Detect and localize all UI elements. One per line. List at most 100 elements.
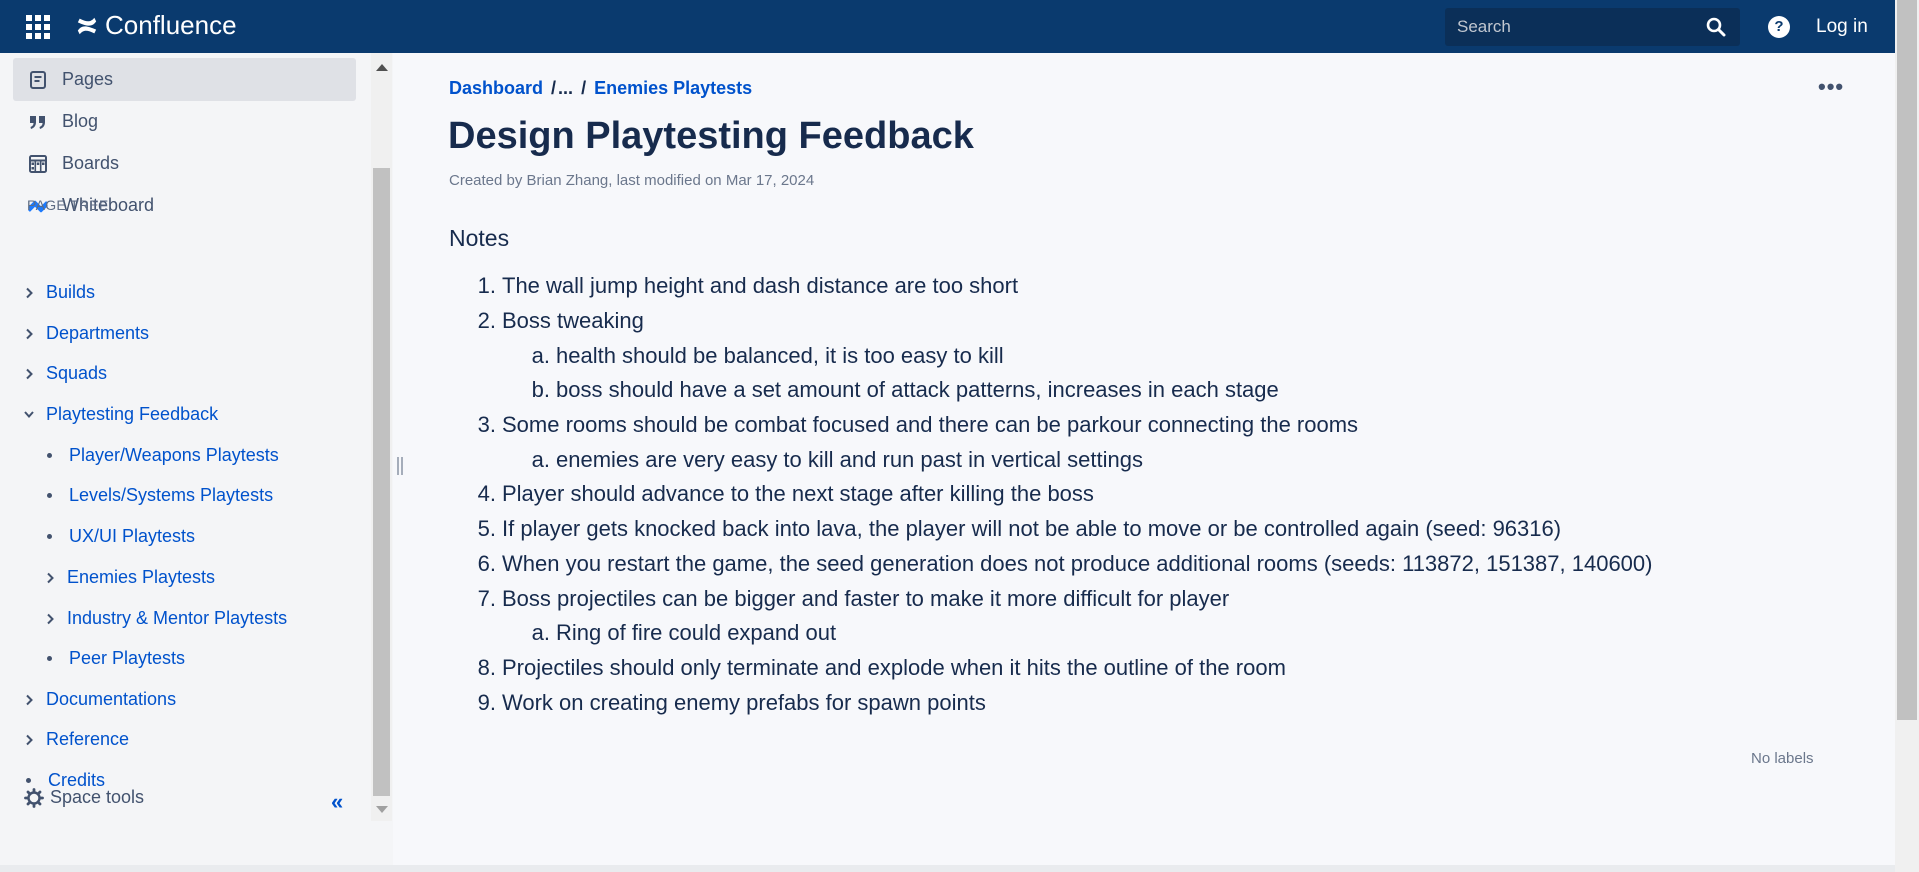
chevron-right-icon[interactable] [45,612,55,626]
sidebar-item-label: Pages [62,69,114,89]
breadcrumb-separator: / [581,78,587,98]
top-navigation-bar: Confluence ? Log in [0,0,1919,53]
search-icon[interactable] [1706,17,1726,37]
list-item-number: 9. [477,690,496,715]
sidebar-item-pages[interactable]: Pages [13,58,356,101]
collapse-sidebar-icon[interactable]: « [331,789,343,815]
sidebar-scrollbar-thumb[interactable] [373,168,390,796]
list-item-text: Boss tweaking [502,308,644,333]
list-item-text: boss should have a set amount of attack … [556,377,1279,402]
confluence-logo-icon [77,17,97,34]
bullet-icon [47,656,52,661]
list-item-number: 3. [477,412,496,437]
page-tree-item-playtesting-feedback[interactable]: Playtesting Feedback [24,404,218,425]
list-item-text: Ring of fire could expand out [556,620,837,645]
breadcrumb-parent-link[interactable]: Enemies Playtests [594,78,752,99]
gear-icon [24,787,44,808]
space-tools-button[interactable]: Space tools [24,787,144,808]
list-item: 2. Boss tweaking [470,308,644,334]
breadcrumb: Dashboard / ... / Enemies Playtests [449,78,752,99]
page-byline: Created by Brian Zhang, last modified on… [449,172,815,189]
sidebar-resize-handle[interactable] [397,457,403,475]
sidebar-item-boards[interactable]: Boards [13,142,356,185]
sidebar-item-blog[interactable]: Blog [13,100,356,143]
page-tree-item-label: Enemies Playtests [67,567,216,587]
list-item-number: 1. [477,273,496,298]
list-item-number: 4. [477,481,496,506]
list-item: 5. If player gets knocked back into lava,… [470,516,1561,542]
list-item: 1. The wall jump height and dash distance… [470,273,1018,299]
notes-heading: Notes [449,225,510,251]
chevron-down-icon[interactable] [24,408,34,422]
list-item-text: Some rooms should be combat focused and … [502,412,1359,437]
chevron-right-icon[interactable] [24,286,34,300]
more-actions-icon[interactable]: ••• [1818,74,1844,100]
login-link[interactable]: Log in [1816,16,1868,38]
app-name: Confluence [105,10,237,40]
list-item: 6. When you restart the game, the seed ge… [470,551,1653,577]
bullet-icon [47,493,52,498]
breadcrumb-dashboard-link[interactable]: Dashboard [449,78,543,99]
page-tree-item-documentations[interactable]: Documentations [24,689,176,710]
page-tree-item-label: Builds [46,282,96,302]
app-switcher-grid-icon[interactable] [26,15,50,39]
list-item-text: When you restart the game, the seed gene… [502,551,1653,576]
no-labels-text: No labels [1751,750,1814,767]
page-tree-item-levels-systems-playtests[interactable]: Levels/Systems Playtests [45,485,273,506]
list-item-text: enemies are very easy to kill and run pa… [556,447,1143,472]
bottom-strip [0,865,1895,872]
list-item-text: health should be balanced, it is too eas… [556,343,1004,368]
page-tree-item-label: UX/UI Playtests [69,526,196,546]
list-item-number: 5. [477,516,496,541]
confluence-logo[interactable]: Confluence [76,10,237,41]
sidebar-item-label: Blog [62,111,99,131]
list-item-text: The wall jump height and dash distance a… [502,273,1019,298]
page-tree-item-label: Peer Playtests [69,648,186,668]
list-item: a. health should be balanced, it is too e… [524,343,1004,369]
scroll-up-arrow-icon[interactable] [376,64,388,71]
scroll-down-arrow-icon[interactable] [376,806,388,813]
page-tree-item-label: Documentations [46,689,177,709]
page-scrollbar-thumb[interactable] [1897,0,1917,720]
page-tree-item-squads[interactable]: Squads [24,363,107,384]
page-title: Design Playtesting Feedback [448,115,974,157]
page-tree-item-peer-playtests[interactable]: Peer Playtests [45,648,185,669]
chevron-right-icon[interactable] [24,693,34,707]
page-tree-item-reference[interactable]: Reference [24,729,129,750]
page-tree-item-industry-mentor-playtests[interactable]: Industry & Mentor Playtests [45,608,287,629]
blog-quote-icon [30,115,45,129]
list-item: 9. Work on creating enemy prefabs for spa… [470,690,986,716]
page-tree-item-enemies-playtests[interactable]: Enemies Playtests [45,567,215,588]
chevron-right-icon[interactable] [24,327,34,341]
space-tools-label: Space tools [50,787,145,807]
breadcrumb-ellipsis[interactable]: ... [558,78,573,99]
bullet-icon [26,778,31,783]
list-item-text: Projectiles should only terminate and ex… [502,655,1286,680]
bullet-icon [47,534,52,539]
list-item-text: Player should advance to the next stage … [502,481,1094,506]
chevron-right-icon[interactable] [24,733,34,747]
list-item: 8. Projectiles should only terminate and … [470,655,1286,681]
list-item: a. Ring of fire could expand out [524,620,836,646]
list-item: 4. Player should advance to the next stag… [470,481,1094,507]
sidebar-item-label: Boards [62,153,120,173]
chevron-right-icon[interactable] [24,367,34,381]
search-input[interactable] [1457,17,1687,37]
list-item: b. boss should have a set amount of attac… [524,377,1279,403]
chevron-right-icon[interactable] [45,571,55,585]
page-tree-item-builds[interactable]: Builds [24,282,95,303]
list-item-number: 7. [477,586,496,611]
page-tree-item-departments[interactable]: Departments [24,323,149,344]
help-icon[interactable]: ? [1768,16,1790,38]
page-tree-heading: PAGE TREE [27,197,109,213]
list-item-number: b. [531,377,550,402]
list-item: a. enemies are very easy to kill and run … [524,447,1143,473]
list-item-number: a. [531,343,550,368]
list-item-number: 6. [477,551,496,576]
page-tree-item-player-weapons-playtests[interactable]: Player/Weapons Playtests [45,445,279,466]
list-item-number: 2. [477,308,496,333]
page-tree-item-ux-ui-playtests[interactable]: UX/UI Playtests [45,526,195,547]
page-tree-item-label: Playtesting Feedback [46,404,219,424]
page-tree-item-label: Levels/Systems Playtests [69,485,274,505]
search-box[interactable] [1445,8,1740,46]
